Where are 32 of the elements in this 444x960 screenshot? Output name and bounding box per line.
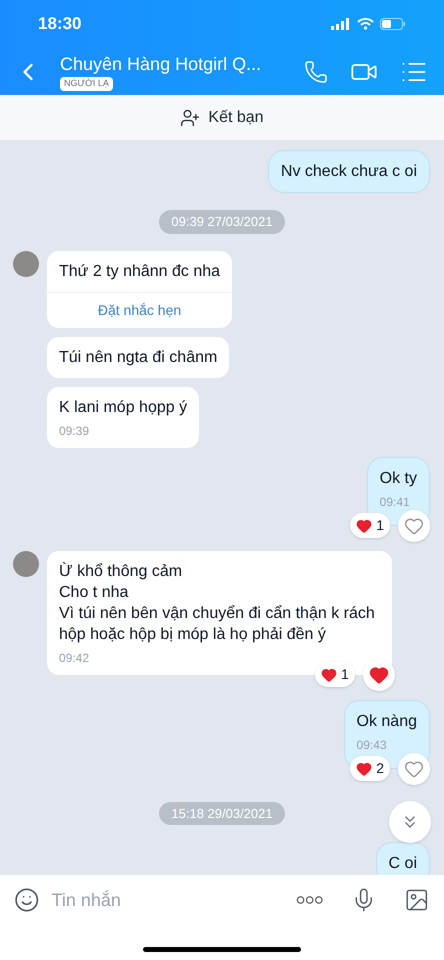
call-button[interactable]: [304, 60, 328, 84]
received-message: Thứ 2 ty nhânn đc nha Đặt nhắc hẹn: [47, 250, 232, 328]
heart-outline-icon: [404, 516, 424, 536]
sent-message: C oi: [376, 842, 430, 875]
chat-title: Chuyên Hàng Hotgirl Q...: [60, 52, 262, 75]
add-friend-button[interactable]: Kết bạn: [180, 106, 264, 130]
avatar[interactable]: [13, 250, 39, 276]
emoji-icon[interactable]: [14, 886, 40, 914]
reaction-count: 2: [350, 756, 390, 781]
heart-icon: [368, 664, 389, 684]
heart-icon: [356, 518, 372, 534]
sent-message: Nv check chưa c oi: [268, 150, 430, 193]
add-user-icon: [180, 108, 200, 128]
received-message: K lani móp họpp ý 09:39: [47, 386, 200, 448]
date-separator: 15:18 29/03/2021: [159, 802, 285, 825]
received-message: Túi nên ngta đi chânm: [47, 336, 230, 378]
heart-icon: [321, 666, 337, 682]
scroll-down-button[interactable]: [389, 801, 431, 843]
date-separator: 09:39 27/03/2021: [159, 210, 285, 234]
stranger-badge: NGƯỜI LẠ: [60, 77, 113, 90]
reminder-link[interactable]: Đặt nhắc hẹn: [98, 300, 182, 320]
avatar[interactable]: [13, 550, 39, 576]
battery-icon: [380, 18, 406, 30]
heart-icon: [356, 760, 372, 776]
status-time: 18:30: [38, 13, 82, 36]
message-input[interactable]: Tin nhắn: [52, 886, 284, 914]
wifi-icon: [357, 18, 374, 30]
heart-outline-icon: [404, 758, 424, 778]
more-icon[interactable]: [296, 895, 323, 905]
reaction-count: 1: [350, 513, 390, 538]
signal-icon: [331, 18, 351, 30]
reaction-count: 1: [315, 662, 355, 687]
